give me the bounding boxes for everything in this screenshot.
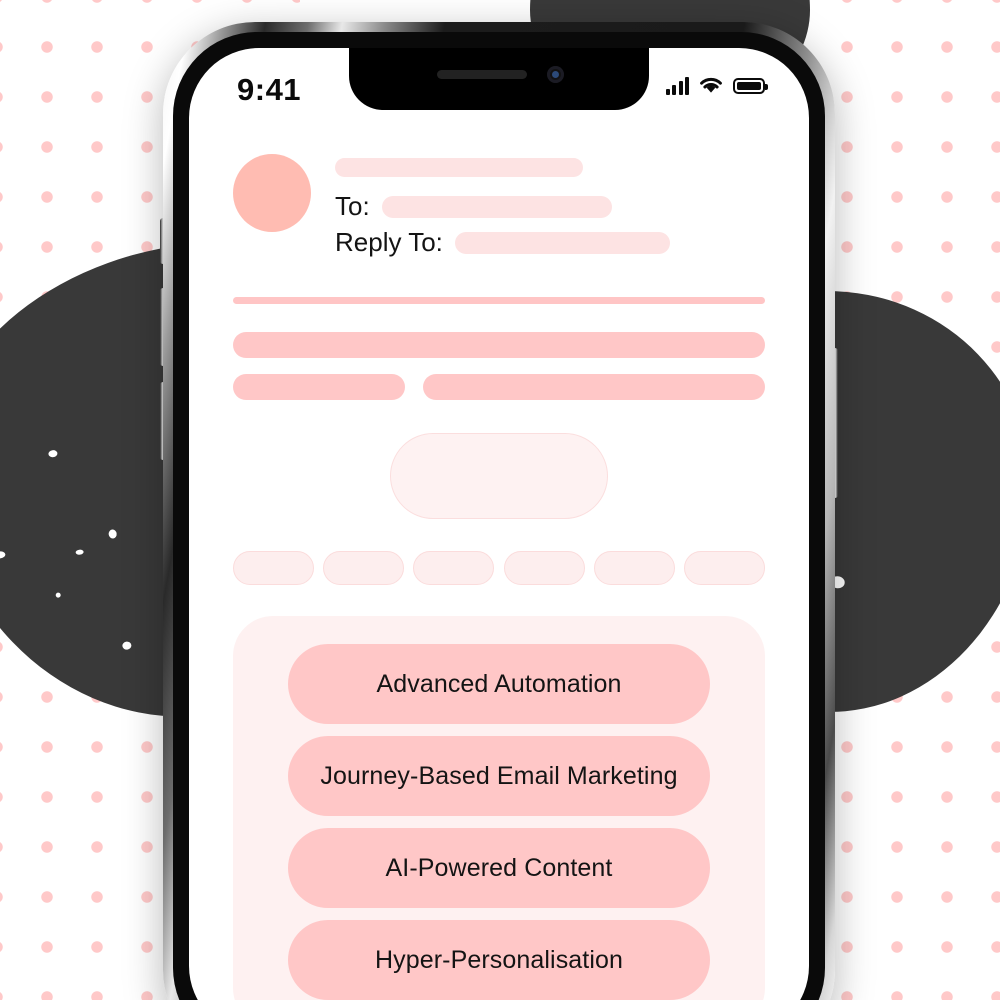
avatar — [233, 154, 311, 232]
reply-to-field-label: Reply To: — [335, 227, 443, 257]
device-notch — [349, 48, 649, 110]
reply-to-field-row[interactable]: Reply To: — [335, 227, 765, 258]
feature-label: Journey-Based Email Marketing — [320, 761, 678, 790]
phone-screen: 9:41 To: Reply To: Advanced Automation J… — [189, 48, 809, 1000]
toolbar-chip-2[interactable] — [323, 551, 405, 585]
status-bar-indicators — [665, 76, 768, 95]
to-field-label: To: — [335, 191, 370, 221]
body-line-full — [233, 332, 765, 358]
battery-icon — [733, 77, 768, 94]
blob-speck — [108, 529, 118, 539]
blob-speck — [75, 549, 84, 556]
blob-speck — [55, 592, 61, 598]
blob-speck — [48, 449, 58, 458]
feature-label: Hyper-Personalisation — [374, 945, 624, 974]
toolbar-chip-6[interactable] — [683, 551, 765, 585]
toolbar-chip-4[interactable] — [503, 551, 585, 585]
large-media-placeholder[interactable] — [390, 433, 608, 519]
feature-item-journey-based-email-marketing[interactable]: Journey-Based Email Marketing — [288, 736, 710, 816]
body-line-split — [233, 374, 765, 400]
toolbar-chip-1[interactable] — [233, 551, 314, 585]
compose-toolbar — [233, 551, 765, 585]
toolbar-chip-5[interactable] — [593, 551, 675, 585]
feature-item-hyper-personalisation[interactable]: Hyper-Personalisation — [288, 920, 710, 1000]
to-field-input[interactable] — [381, 195, 612, 218]
blob-speck — [121, 641, 132, 651]
phone-frame: 9:41 To: Reply To: Advanced Automation J… — [163, 22, 835, 1000]
cellular-signal-icon — [665, 76, 689, 95]
phone-inner-bezel: 9:41 To: Reply To: Advanced Automation J… — [173, 32, 825, 1000]
header-divider — [233, 297, 765, 304]
email-compose-screen: To: Reply To: Advanced Automation Journe… — [189, 110, 809, 1000]
feature-label: Advanced Automation — [376, 669, 622, 698]
compose-header: To: Reply To: — [233, 110, 765, 263]
front-camera-icon — [547, 66, 564, 83]
toolbar-chip-3[interactable] — [413, 551, 495, 585]
feature-list-panel: Advanced Automation Journey-Based Email … — [233, 616, 765, 1000]
body-line-long — [423, 374, 765, 400]
sender-name-placeholder — [335, 158, 583, 177]
to-field-row[interactable]: To: — [335, 191, 765, 222]
email-body-placeholder — [233, 332, 765, 400]
compose-header-fields: To: Reply To: — [335, 154, 765, 263]
feature-item-advanced-automation[interactable]: Advanced Automation — [288, 644, 710, 724]
reply-to-field-input[interactable] — [454, 231, 670, 254]
wifi-icon — [700, 77, 722, 93]
body-line-short — [233, 374, 405, 400]
feature-label: AI-Powered Content — [385, 853, 613, 882]
feature-item-ai-powered-content[interactable]: AI-Powered Content — [288, 828, 710, 908]
blob-speck — [0, 550, 6, 560]
screenshot-canvas: 9:41 To: Reply To: Advanced Automation J… — [0, 0, 1000, 1000]
earpiece-speaker-icon — [437, 70, 527, 79]
status-bar-time: 9:41 — [237, 72, 302, 107]
